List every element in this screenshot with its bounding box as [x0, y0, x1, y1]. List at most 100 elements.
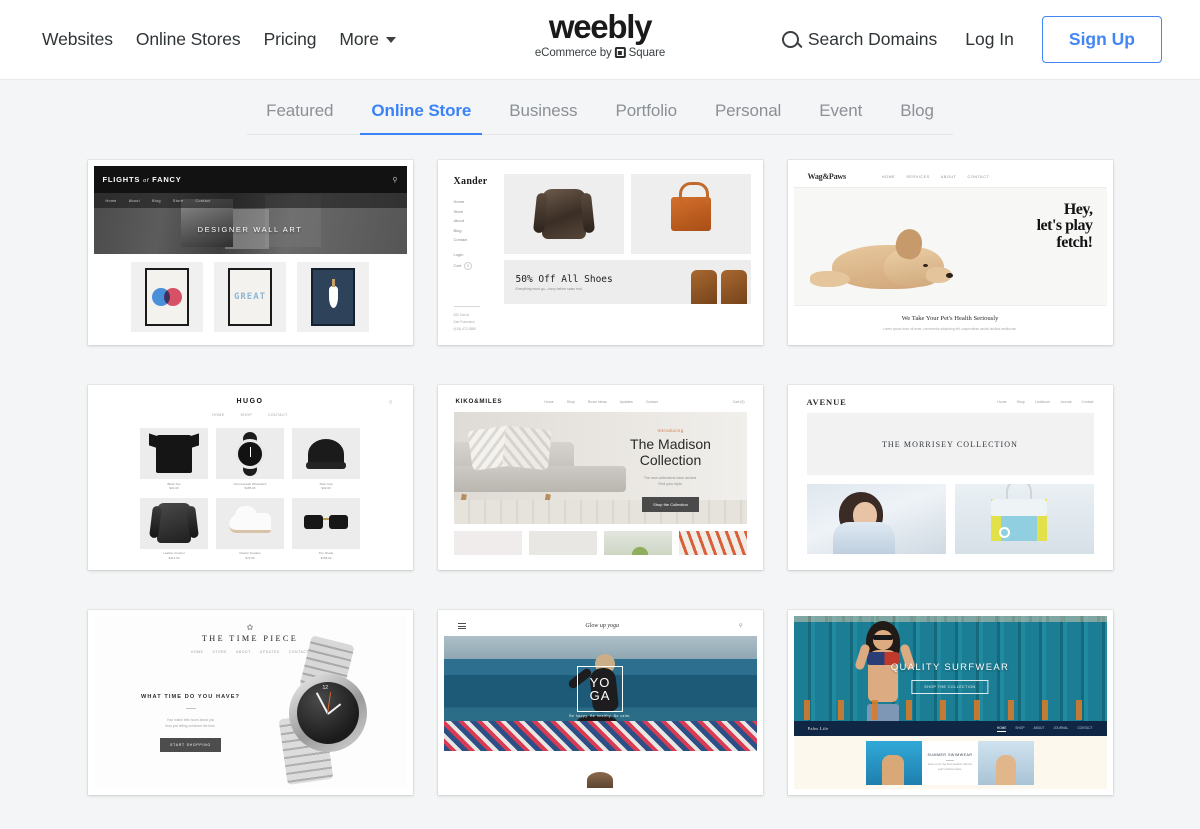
nav-item-websites[interactable]: Websites [42, 29, 113, 50]
mini-nav-home: Home [105, 198, 117, 203]
mini-hero: QUALITY SURFWEAR SHOP THE COLLECTION Pal… [793, 616, 1107, 736]
mini-header: KIKO&MILES Home Shop Room Ideas Updates … [444, 391, 757, 412]
logo-tagline: eCommerce by Square [535, 47, 665, 59]
mini-body-line-2: than just telling someone the time. [165, 723, 216, 728]
tab-event[interactable]: Event [800, 101, 881, 134]
search-domains-link[interactable]: Search Domains [781, 29, 938, 50]
template-card-kiko-and-miles[interactable]: KIKO&MILES Home Shop Room Ideas Updates … [437, 385, 763, 570]
header-actions: Search Domains Log In Sign Up [781, 16, 1162, 63]
template-card-the-time-piece[interactable]: ✿ THE TIME PIECE HOME STORE ABOUT UPDATE… [87, 610, 413, 795]
divider [185, 708, 196, 709]
mini-cart-count: 0 [464, 261, 473, 270]
login-link[interactable]: Log In [965, 29, 1014, 50]
mini-hero-title: The Madison Collection [609, 436, 733, 468]
tab-personal[interactable]: Personal [696, 101, 800, 134]
mini-nav-contact: CONTACT [268, 413, 288, 417]
fence-texture [793, 616, 1107, 622]
tab-portfolio[interactable]: Portfolio [596, 101, 695, 134]
nav-label-pricing: Pricing [263, 29, 317, 49]
template-thumbnail: HUGO ⚲ HOME SHOP CONTACT Black Tee $24.00… [93, 391, 407, 564]
mini-nav-journal: JOURNAL [1053, 725, 1069, 730]
mini-product: Leather Crusher $312.00 [140, 497, 208, 561]
mini-nav: HOME SHOP ABOUT JOURNAL CONTACT [996, 725, 1093, 732]
hamburger-menu-icon [457, 622, 466, 630]
mini-search-icon: ⚲ [392, 176, 398, 184]
mini-nav-home: HOME [996, 725, 1007, 732]
mini-nav-home: HOME [190, 650, 204, 654]
logo-tagline-after: Square [628, 46, 666, 59]
mini-footer-title: We Take Your Pet's Health Seriously [901, 314, 999, 322]
mini-cart: Cart (0) [732, 399, 745, 404]
tshirt-graphic-icon [156, 434, 192, 473]
mini-nav-blog: Blog [152, 198, 161, 203]
mini-headline-line-1: Hey, [1063, 201, 1093, 218]
mini-header: AVENUE Home Shop Lookbook Journal Contac… [794, 391, 1107, 413]
nav-item-pricing[interactable]: Pricing [264, 29, 317, 50]
mini-search-icon: ⚲ [388, 400, 393, 406]
tab-blog[interactable]: Blog [881, 101, 953, 134]
template-card-yoga[interactable]: Glow up yoga ⚲ YO GA Be happy. Be health… [437, 610, 763, 795]
tab-featured[interactable]: Featured [247, 101, 352, 134]
mini-hero-body: Your watch tells hours about you than ju… [126, 717, 256, 730]
mini-nav-contact: CONTACT [1077, 725, 1093, 730]
mini-product-caption: Chronograph Wristwatch $185.00 [216, 482, 284, 491]
mini-login-link: Login [453, 252, 464, 257]
watch-photo: 12 [261, 635, 385, 785]
watch-graphic-icon [235, 438, 265, 469]
mini-product-price: $42.00 [321, 486, 331, 490]
handbag-photo [954, 484, 1094, 554]
mini-sub-line-2: Find your style. [658, 482, 683, 487]
mini-nav-journal: Journal [1059, 400, 1072, 404]
category-tabs-wrapper: Featured Online Store Business Portfolio… [0, 80, 1200, 135]
search-domains-label: Search Domains [807, 29, 938, 49]
mini-product-jacket [503, 174, 624, 254]
mini-product-caption: The Shade $158.00 [292, 551, 360, 560]
mini-nav-bar: Palm Life HOME SHOP ABOUT JOURNAL CONTAC… [793, 721, 1107, 736]
template-card-surfwear[interactable]: QUALITY SURFWEAR SHOP THE COLLECTION Pal… [787, 610, 1113, 795]
mini-art-tile [297, 261, 369, 332]
tab-online-store[interactable]: Online Store [352, 101, 490, 135]
nav-item-online-stores[interactable]: Online Stores [136, 29, 241, 50]
mini-hero: Home About Blog Store Contact DESIGNER W… [93, 193, 407, 254]
nav-item-more[interactable]: More [339, 29, 396, 50]
template-card-avenue[interactable]: AVENUE Home Shop Lookbook Journal Contac… [787, 385, 1113, 570]
divider [453, 305, 480, 306]
mini-hero: YO GA Be happy. Be healthy. Be calm. [443, 636, 757, 751]
mini-headline-line-3: fetch! [1056, 233, 1093, 251]
mini-hero-copy: WHAT TIME DO YOU HAVE? Your watch tells … [126, 694, 256, 752]
mini-product-image [292, 497, 360, 549]
jacket-graphic-icon [541, 189, 586, 239]
signup-button[interactable]: Sign Up [1041, 16, 1162, 63]
mini-photo-left [866, 740, 922, 785]
mini-nav-home: Home [453, 199, 465, 204]
mini-brand: FLIGHTS of FANCY [103, 175, 182, 184]
mini-nav-home: Home [544, 399, 554, 404]
template-thumbnail: KIKO&MILES Home Shop Room Ideas Updates … [443, 391, 757, 564]
mini-brand-part2: of [143, 178, 150, 184]
tab-business[interactable]: Business [490, 101, 596, 134]
square-logo-icon [614, 47, 626, 59]
strip-item [603, 531, 672, 555]
handbag-graphic-icon [990, 484, 1047, 542]
mini-kicker: Introducing [657, 428, 684, 433]
mini-product-caption: Classic Sneaker $72.00 [216, 551, 284, 560]
mini-cart: Cart 0 [454, 261, 502, 270]
template-card-flights-of-fancy[interactable]: FLIGHTS of FANCY ⚲ Home About Blog Store… [87, 160, 413, 345]
category-tabs: Featured Online Store Business Portfolio… [247, 101, 953, 135]
venn-graphic-icon [152, 287, 182, 306]
weebly-logo[interactable]: weebly eCommerce by Square [535, 9, 665, 59]
mini-footer: We Take Your Pet's Health Seriously Lore… [793, 305, 1107, 339]
template-card-xander[interactable]: Xander Home Store About Blog Contact Log… [437, 160, 763, 345]
template-card-hugo[interactable]: HUGO ⚲ HOME SHOP CONTACT Black Tee $24.00… [87, 385, 413, 570]
mini-product-caption: Allen Cap $42.00 [292, 482, 360, 491]
vase-graphic-icon [328, 278, 338, 308]
mini-nav-about: ABOUT [236, 650, 251, 654]
mini-product-price: $185.00 [244, 486, 256, 490]
mini-hero-title: QUALITY SURFWEAR [890, 662, 1010, 673]
mini-nav-store: Store [453, 208, 464, 214]
template-card-wag-and-paws[interactable]: Wag&Paws HOME SERVICES ABOUT CONTACT Hey… [787, 160, 1113, 345]
mini-title-line-2: Collection [639, 451, 702, 468]
mini-sidebar: Xander Home Store About Blog Contact Log… [444, 166, 502, 339]
mini-header: Glow up yoga ⚲ [444, 616, 757, 636]
towel-layer [443, 721, 757, 751]
